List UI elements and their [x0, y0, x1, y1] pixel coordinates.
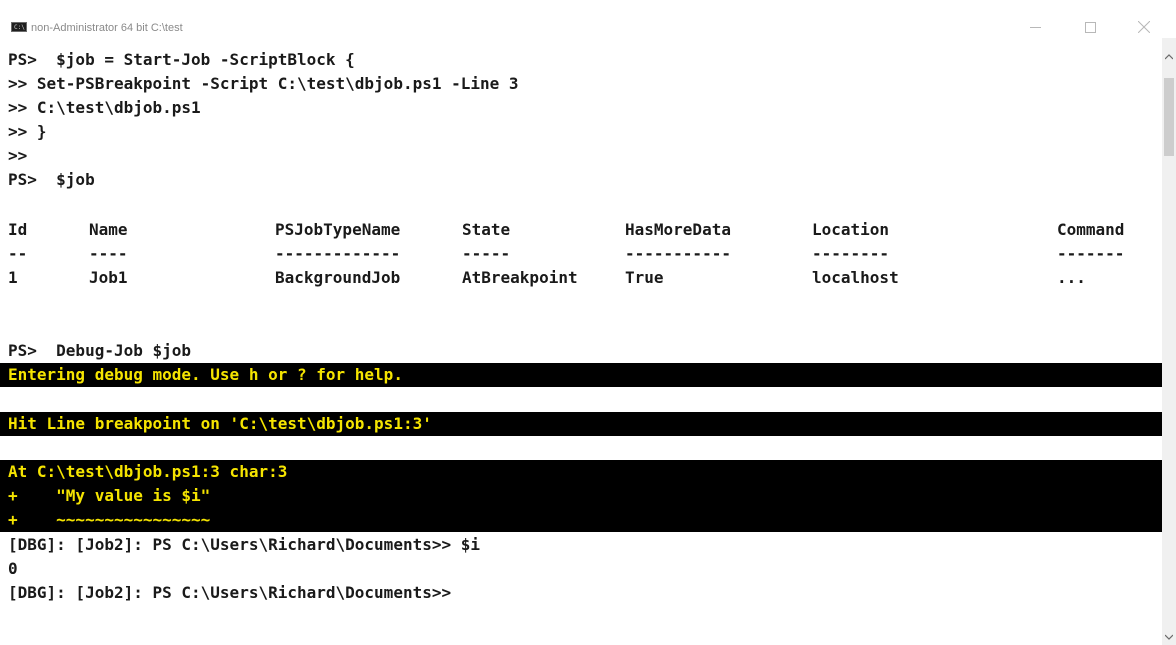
console-output[interactable]: PS> $job = Start-Job -ScriptBlock { >> S…: [0, 38, 1162, 645]
separator: -----------: [625, 244, 731, 263]
close-icon: [1138, 21, 1150, 33]
position-line: At C:\test\dbjob.ps1:3 char:3: [8, 462, 288, 481]
console-line-command: PS> Debug-Job $job: [8, 341, 192, 360]
title-bar[interactable]: C:\ non-Administrator 64 bit C:\test: [0, 0, 1176, 38]
header-state: State: [462, 220, 511, 239]
separator: ----: [89, 244, 128, 263]
console-app-icon[interactable]: C:\: [11, 22, 27, 32]
debug-prompt-line: [DBG]: [Job2]: PS C:\Users\Richard\Docum…: [8, 535, 481, 554]
app-icon-label: C:\: [14, 24, 25, 31]
cell-id: 1: [8, 268, 18, 287]
debug-prompt-line[interactable]: [DBG]: [Job2]: PS C:\Users\Richard\Docum…: [8, 581, 451, 605]
cell-state: AtBreakpoint: [462, 268, 578, 287]
console-line-command: PS> $job: [8, 170, 95, 189]
console-line-continuation: >> }: [8, 122, 47, 141]
debug-enter-message: Entering debug mode. Use h or ? for help…: [8, 365, 403, 384]
header-location: Location: [812, 220, 890, 239]
console-line-command: PS> $job = Start-Job -ScriptBlock {: [8, 50, 355, 69]
debug-message-highlight: Entering debug mode. Use h or ? for help…: [0, 363, 1162, 387]
breakpoint-hit-message: Hit Line breakpoint on 'C:\test\dbjob.ps…: [8, 414, 432, 433]
separator: --: [8, 244, 28, 263]
separator: -----: [462, 244, 511, 263]
header-psjobtypename: PSJobTypeName: [275, 220, 401, 239]
scroll-up-icon[interactable]: [1165, 54, 1173, 60]
maximize-icon: [1085, 22, 1096, 33]
position-code-line: + "My value is $i": [8, 486, 211, 505]
header-name: Name: [89, 220, 128, 239]
separator: -------------: [275, 244, 401, 263]
cell-psjobtypename: BackgroundJob: [275, 268, 401, 287]
console-line-continuation: >> C:\test\dbjob.ps1: [8, 98, 201, 117]
minimize-icon: [1030, 27, 1041, 28]
scrollbar-thumb[interactable]: [1164, 78, 1174, 156]
debug-output-line: 0: [8, 559, 18, 578]
cell-location: localhost: [812, 268, 899, 287]
header-id: Id: [8, 220, 28, 239]
separator: -------: [1057, 244, 1125, 263]
cell-command: ...: [1057, 268, 1086, 287]
position-marker-line: + ~~~~~~~~~~~~~~~~: [8, 510, 211, 529]
vertical-scrollbar[interactable]: [1162, 38, 1176, 645]
console-line-continuation: >> Set-PSBreakpoint -Script C:\test\dbjo…: [8, 74, 519, 93]
cell-hasmoredata: True: [625, 268, 664, 287]
window-title: non-Administrator 64 bit C:\test: [31, 22, 183, 34]
debug-message-highlight: Hit Line breakpoint on 'C:\test\dbjob.ps…: [0, 412, 1162, 436]
separator: --------: [812, 244, 890, 263]
header-hasmoredata: HasMoreData: [625, 220, 731, 239]
position-message-highlight: At C:\test\dbjob.ps1:3 char:3 + "My valu…: [0, 460, 1162, 532]
console-line-continuation: >>: [8, 146, 28, 165]
scroll-down-icon[interactable]: [1165, 634, 1173, 640]
header-command: Command: [1057, 220, 1125, 239]
cell-name: Job1: [89, 268, 128, 287]
